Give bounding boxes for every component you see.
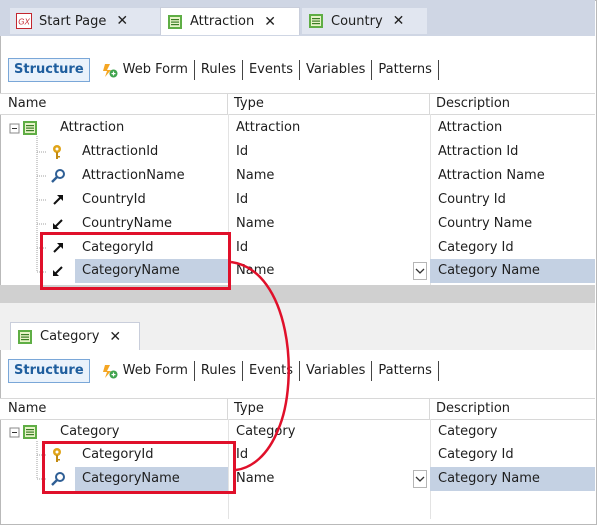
connector-arrow xyxy=(230,260,290,472)
